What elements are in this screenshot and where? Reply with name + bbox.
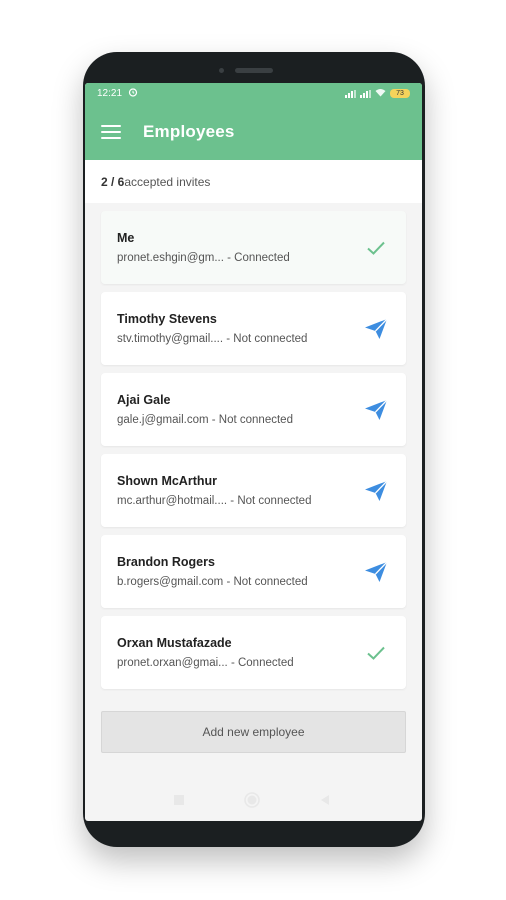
back-icon[interactable] bbox=[319, 793, 331, 811]
invites-count: 2 / 6 bbox=[101, 174, 125, 189]
check-icon bbox=[362, 240, 390, 256]
signal-icon-2 bbox=[360, 89, 371, 98]
employee-email: b.rogers@gmail.com bbox=[117, 576, 224, 588]
home-icon[interactable] bbox=[243, 791, 261, 814]
employee-card[interactable]: Brandon Rogers b.rogers@gmail.com - Not c… bbox=[101, 535, 406, 608]
add-employee-button[interactable]: Add new employee bbox=[101, 711, 406, 753]
employee-name: Shown McArthur bbox=[117, 474, 217, 488]
recents-icon[interactable] bbox=[173, 793, 185, 811]
employee-email: stv.timothy@gmail.... bbox=[117, 333, 224, 345]
alarm-icon bbox=[128, 87, 138, 100]
employee-info: Orxan Mustafazade pronet.orxan@gmai... - … bbox=[117, 636, 362, 669]
check-icon bbox=[362, 645, 390, 661]
employee-card[interactable]: Timothy Stevens stv.timothy@gmail.... - N… bbox=[101, 292, 406, 365]
employee-email: pronet.eshgin@gm... bbox=[117, 252, 224, 264]
employee-info: Timothy Stevens stv.timothy@gmail.... - N… bbox=[117, 312, 362, 345]
invites-label: accepted invites bbox=[124, 174, 211, 189]
employee-status: - Not connected bbox=[223, 333, 308, 345]
signal-icon bbox=[345, 89, 356, 98]
send-icon[interactable] bbox=[362, 561, 390, 583]
phone-frame: 12:21 73 Employees 2 / 6 accepted invite… bbox=[83, 52, 425, 847]
employee-list: Me pronet.eshgin@gm... - Connected Timothy… bbox=[85, 203, 422, 689]
invites-summary: 2 / 6 accepted invites bbox=[85, 160, 422, 203]
employee-status: - Not connected bbox=[208, 414, 293, 426]
employee-details: b.rogers@gmail.com - Not connected bbox=[117, 576, 362, 588]
employee-info: Ajai Gale gale.j@gmail.com - Not connecte… bbox=[117, 393, 362, 426]
employee-status: - Not connected bbox=[223, 576, 308, 588]
employee-status: - Not connected bbox=[227, 495, 312, 507]
employee-info: Brandon Rogers b.rogers@gmail.com - Not c… bbox=[117, 555, 362, 588]
employee-card[interactable]: Shown McArthur mc.arthur@hotmail.... - No… bbox=[101, 454, 406, 527]
front-camera bbox=[219, 68, 224, 73]
app-bar: Employees bbox=[85, 104, 422, 160]
employee-name: Me bbox=[117, 231, 135, 245]
battery-icon: 73 bbox=[390, 89, 410, 98]
app-screen: 12:21 73 Employees 2 / 6 accepted invite… bbox=[85, 83, 422, 821]
employee-email: gale.j@gmail.com bbox=[117, 414, 209, 426]
employee-card[interactable]: Ajai Gale gale.j@gmail.com - Not connecte… bbox=[101, 373, 406, 446]
send-icon[interactable] bbox=[362, 318, 390, 340]
employee-name: Ajai Gale bbox=[117, 393, 171, 407]
employee-email: pronet.orxan@gmai... bbox=[117, 657, 228, 669]
employee-card[interactable]: Orxan Mustafazade pronet.orxan@gmai... - … bbox=[101, 616, 406, 689]
page-title: Employees bbox=[143, 122, 235, 141]
send-icon[interactable] bbox=[362, 480, 390, 502]
employee-info: Shown McArthur mc.arthur@hotmail.... - No… bbox=[117, 474, 362, 507]
navigation-bar bbox=[83, 782, 421, 822]
employee-details: gale.j@gmail.com - Not connected bbox=[117, 414, 362, 426]
employee-details: pronet.orxan@gmai... - Connected bbox=[117, 657, 362, 669]
employee-name: Timothy Stevens bbox=[117, 312, 217, 326]
employee-details: stv.timothy@gmail.... - Not connected bbox=[117, 333, 362, 345]
status-bar: 12:21 73 bbox=[85, 83, 422, 104]
earpiece-speaker bbox=[235, 68, 273, 73]
employee-email: mc.arthur@hotmail.... bbox=[117, 495, 228, 507]
send-icon[interactable] bbox=[362, 399, 390, 421]
wifi-icon bbox=[375, 88, 386, 100]
employee-card[interactable]: Me pronet.eshgin@gm... - Connected bbox=[101, 211, 406, 284]
employee-status: - Connected bbox=[223, 252, 290, 264]
employee-info: Me pronet.eshgin@gm... - Connected bbox=[117, 231, 362, 264]
employee-details: pronet.eshgin@gm... - Connected bbox=[117, 252, 362, 264]
status-time: 12:21 bbox=[97, 88, 123, 99]
employee-name: Orxan Mustafazade bbox=[117, 636, 232, 650]
employee-name: Brandon Rogers bbox=[117, 555, 215, 569]
employee-status: - Connected bbox=[227, 657, 294, 669]
employee-details: mc.arthur@hotmail.... - Not connected bbox=[117, 495, 362, 507]
menu-icon[interactable] bbox=[101, 125, 121, 139]
